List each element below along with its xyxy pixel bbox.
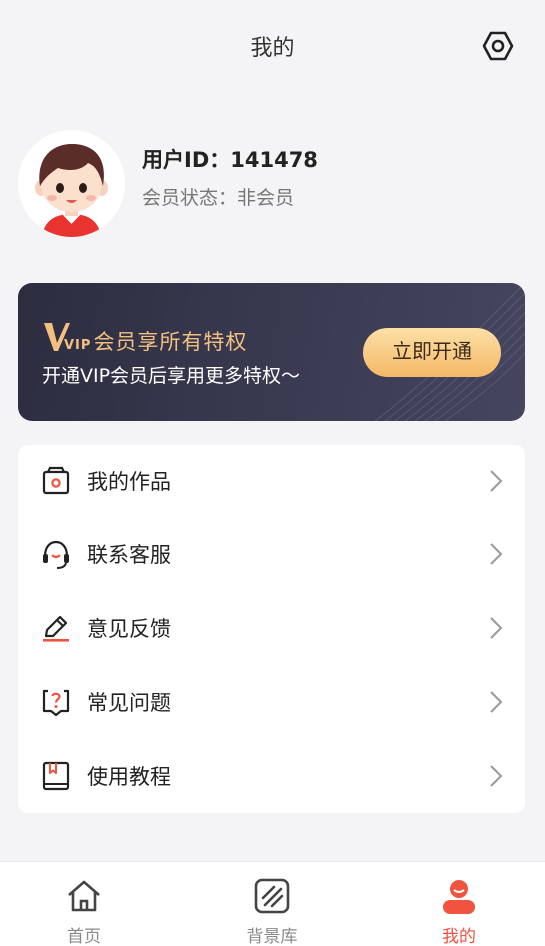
vip-banner[interactable]: VIP会员享所有特权 开通VIP会员后享用更多特权～ 立即开通 bbox=[18, 283, 525, 421]
book-icon bbox=[42, 761, 70, 791]
chevron-right-icon bbox=[490, 470, 503, 492]
page-title: 我的 bbox=[250, 36, 295, 61]
tab-label: 首页 bbox=[67, 927, 101, 946]
tab-home[interactable]: 首页 bbox=[24, 862, 144, 946]
menu-item-tutorial[interactable]: 使用教程 bbox=[18, 740, 525, 813]
menu-label: 联系客服 bbox=[87, 543, 171, 567]
menu-label: 使用教程 bbox=[87, 765, 171, 789]
vip-logo-text: VIP bbox=[64, 338, 92, 353]
tab-label: 我的 bbox=[442, 927, 476, 946]
chevron-right-icon bbox=[490, 543, 503, 565]
bottom-tab-bar: 首页 背景库 我的 bbox=[0, 861, 545, 946]
vip-title-text: 会员享所有特权 bbox=[93, 330, 248, 354]
user-id: 用户ID：141478 bbox=[142, 148, 318, 172]
profile-section: 用户ID：141478 会员状态：非会员 bbox=[18, 128, 528, 238]
chevron-right-icon bbox=[490, 691, 503, 713]
avatar-boy-icon bbox=[18, 130, 125, 237]
menu-item-faq[interactable]: 常见问题 bbox=[18, 666, 525, 739]
pencil-icon bbox=[43, 615, 69, 642]
menu-label: 意见反馈 bbox=[87, 617, 171, 641]
tab-label: 背景库 bbox=[246, 927, 298, 946]
menu-label: 常见问题 bbox=[87, 691, 171, 715]
question-icon bbox=[42, 689, 70, 717]
profile-icon bbox=[443, 880, 475, 914]
open-vip-button[interactable]: 立即开通 bbox=[363, 328, 501, 377]
headset-icon bbox=[43, 540, 69, 569]
menu-item-my-works[interactable]: 我的作品 bbox=[18, 445, 525, 518]
vip-subtitle: 开通VIP会员后享用更多特权～ bbox=[42, 365, 301, 387]
member-status: 会员状态：非会员 bbox=[142, 187, 295, 209]
settings-button[interactable] bbox=[480, 28, 516, 64]
chevron-right-icon bbox=[490, 765, 503, 787]
menu-item-customer-service[interactable]: 联系客服 bbox=[18, 518, 525, 591]
chevron-right-icon bbox=[490, 617, 503, 639]
vip-title: VIP会员享所有特权 bbox=[64, 326, 248, 356]
tab-background-library[interactable]: 背景库 bbox=[212, 862, 332, 946]
settings-hexagon-icon bbox=[482, 31, 514, 61]
menu-label: 我的作品 bbox=[87, 470, 171, 494]
background-icon bbox=[254, 878, 290, 914]
menu-item-feedback[interactable]: 意见反馈 bbox=[18, 592, 525, 665]
avatar[interactable] bbox=[18, 130, 125, 237]
menu-list: 我的作品 联系客服 意见反馈 常见问题 使用教程 bbox=[18, 445, 525, 813]
home-icon bbox=[68, 880, 100, 912]
tab-mine[interactable]: 我的 bbox=[399, 862, 519, 946]
works-icon bbox=[42, 466, 70, 495]
top-bar: 我的 bbox=[0, 0, 545, 90]
